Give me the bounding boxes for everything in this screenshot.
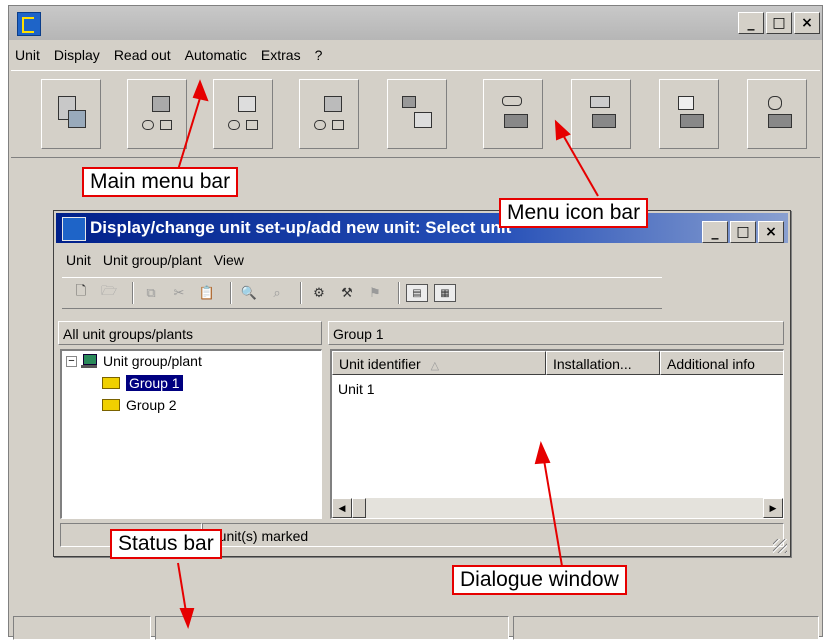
callout-menu-icon-bar: Menu icon bar	[499, 198, 649, 228]
dialog-close-button[interactable]: ×	[758, 221, 784, 243]
callout-status-bar: Status bar	[110, 529, 222, 559]
dialog-minimize-button[interactable]: _	[702, 221, 728, 243]
dialog-window-controls: _ □ ×	[702, 221, 784, 243]
callout-dialogue-window: Dialogue window	[452, 565, 627, 595]
dialog-maximize-button[interactable]: □	[730, 221, 756, 243]
callout-main-menu-bar: Main menu bar	[82, 167, 239, 197]
